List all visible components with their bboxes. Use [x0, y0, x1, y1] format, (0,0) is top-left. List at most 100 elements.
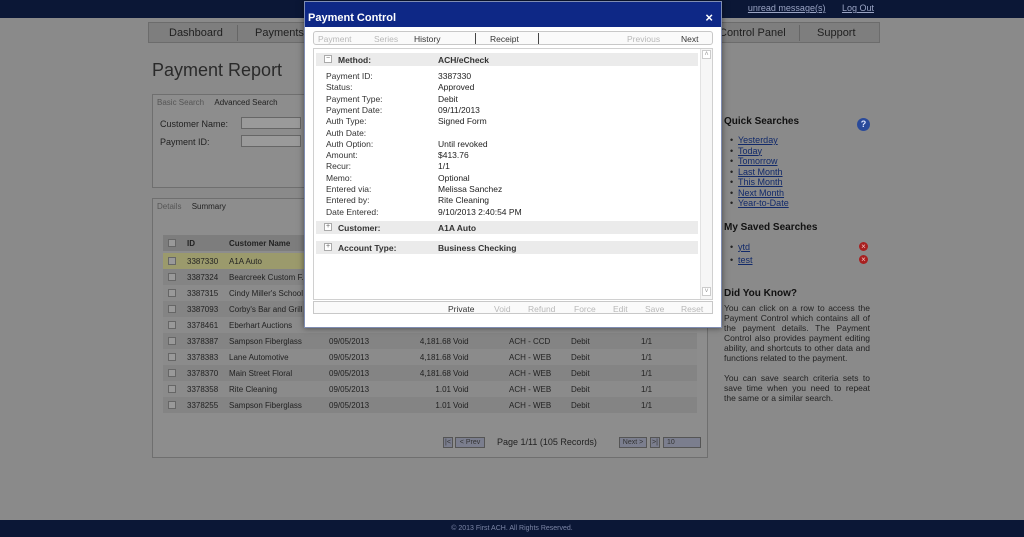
payment-control-dialog: Payment Control × Payment Series History…	[304, 1, 722, 328]
close-icon[interactable]: ×	[705, 10, 713, 25]
delete-icon[interactable]: ×	[859, 241, 868, 251]
expand-icon[interactable]: +	[324, 243, 332, 251]
dialog-scrollbar[interactable]: ˄ ˅	[700, 49, 712, 299]
row-checkbox[interactable]	[168, 257, 176, 265]
private-button[interactable]: Private	[448, 304, 474, 314]
saved-search-label: ytd	[738, 241, 751, 252]
quick-search-link[interactable]: Yesterday	[724, 135, 870, 146]
row-checkbox[interactable]	[168, 337, 176, 345]
detail-value: Until revoked	[438, 138, 488, 149]
cell-recur: 1/1	[641, 369, 653, 378]
tab-receipt[interactable]: Receipt	[490, 34, 519, 44]
expand-icon[interactable]: +	[324, 223, 332, 231]
row-checkbox[interactable]	[168, 353, 176, 361]
cell-recur: 1/1	[641, 337, 653, 346]
row-checkbox[interactable]	[168, 369, 176, 377]
column-id[interactable]: ID	[187, 239, 195, 248]
table-row[interactable]: 3378383 Lane Automotive 09/05/2013 4,181.68…	[163, 349, 697, 365]
saved-searches-title: My Saved Searches	[724, 221, 818, 233]
nav-dashboard[interactable]: Dashboard	[169, 27, 223, 39]
nav-support[interactable]: Support	[817, 27, 856, 39]
cell-method: Debit	[571, 385, 590, 394]
customer-name-input[interactable]	[241, 117, 301, 129]
column-customer-name[interactable]: Customer Name	[229, 239, 290, 248]
saved-search-link[interactable]: test ×	[724, 254, 870, 268]
method-section[interactable]: − Method: ACH/eCheck	[316, 53, 698, 66]
cell-type: ACH - WEB	[509, 401, 552, 410]
logout-link[interactable]: Log Out	[842, 3, 874, 13]
save-button[interactable]: Save	[645, 304, 664, 314]
row-checkbox[interactable]	[168, 401, 176, 409]
detail-value: 1/1	[438, 161, 450, 172]
previous-button[interactable]: Previous	[627, 34, 660, 44]
quick-searches-list: YesterdayTodayTomorrowLast MonthThis Mon…	[724, 135, 870, 209]
row-checkbox[interactable]	[168, 289, 176, 297]
table-row[interactable]: 3378387 Sampson Fiberglass 09/05/2013 4,181…	[163, 333, 697, 349]
nav-control-panel[interactable]: Control Panel	[719, 27, 786, 39]
payment-id-label: Payment ID:	[160, 137, 210, 147]
tab-basic-search[interactable]: Basic Search	[157, 98, 204, 107]
force-button[interactable]: Force	[574, 304, 596, 314]
scroll-down-icon[interactable]: ˅	[702, 287, 711, 296]
void-button[interactable]: Void	[494, 304, 511, 314]
table-row[interactable]: 3378255 Sampson Fiberglass 09/05/2013 1.01 V…	[163, 397, 697, 413]
quick-search-link[interactable]: Today	[724, 146, 870, 157]
cell-status: Void	[453, 337, 469, 346]
refund-button[interactable]: Refund	[528, 304, 555, 314]
scroll-up-icon[interactable]: ˄	[702, 50, 711, 59]
tab-summary[interactable]: Summary	[192, 202, 226, 211]
tab-details[interactable]: Details	[157, 202, 181, 211]
detail-label: Auth Option:	[326, 138, 374, 149]
unread-messages-link[interactable]: unread message(s)	[748, 3, 826, 13]
reset-button[interactable]: Reset	[681, 304, 703, 314]
cell-id: 3378387	[187, 337, 219, 346]
edit-button[interactable]: Edit	[613, 304, 628, 314]
row-checkbox[interactable]	[168, 305, 176, 313]
detail-row: Status: Approved	[326, 82, 686, 93]
quick-search-link[interactable]: Next Month	[724, 188, 870, 199]
detail-label: Amount:	[326, 150, 358, 161]
dialog-body: − Method: ACH/eCheck Payment ID: 3387330 S…	[313, 48, 713, 300]
collapse-icon[interactable]: −	[324, 55, 332, 63]
nav-payments[interactable]: Payments	[255, 27, 304, 39]
delete-icon[interactable]: ×	[859, 254, 868, 264]
cell-amount: 4,181.68	[419, 353, 451, 362]
account-type-value: Business Checking	[438, 243, 517, 253]
table-row[interactable]: 3378358 Rite Cleaning 09/05/2013 1.01 Void AC…	[163, 381, 697, 397]
detail-row: Auth Option: Until revoked	[326, 139, 686, 150]
next-button[interactable]: Next	[681, 34, 698, 44]
tab-series[interactable]: Series	[374, 34, 398, 44]
cell-recur: 1/1	[641, 385, 653, 394]
row-checkbox[interactable]	[168, 385, 176, 393]
first-page-button[interactable]: |<	[443, 437, 453, 448]
account-type-section[interactable]: + Account Type: Business Checking	[316, 241, 698, 254]
select-all-checkbox[interactable]	[168, 239, 176, 247]
tab-advanced-search[interactable]: Advanced Search	[214, 98, 277, 107]
nav-divider	[799, 25, 800, 41]
quick-search-link[interactable]: Last Month	[724, 167, 870, 178]
next-page-button[interactable]: Next >	[619, 437, 647, 448]
customer-section[interactable]: + Customer: A1A Auto	[316, 221, 698, 234]
saved-search-link[interactable]: ytd ×	[724, 241, 870, 255]
tab-history[interactable]: History	[414, 34, 440, 44]
table-row[interactable]: 3378370 Main Street Floral 09/05/2013 4,181…	[163, 365, 697, 381]
cell-date: 09/05/2013	[329, 385, 370, 394]
prev-page-button[interactable]: < Prev	[455, 437, 485, 448]
tab-payment[interactable]: Payment	[318, 34, 352, 44]
cell-id: 3378370	[187, 369, 219, 378]
cell-method: Debit	[571, 353, 590, 362]
payment-id-input[interactable]	[241, 135, 301, 147]
quick-search-link[interactable]: Tomorrow	[724, 156, 870, 167]
quick-search-link[interactable]: This Month	[724, 177, 870, 188]
per-page-select[interactable]: 10	[663, 437, 701, 448]
row-checkbox[interactable]	[168, 321, 176, 329]
detail-row: Auth Date:	[326, 128, 686, 139]
detail-value: Debit	[438, 93, 458, 104]
row-checkbox[interactable]	[168, 273, 176, 281]
detail-label: Entered via:	[326, 184, 372, 194]
tab-divider	[538, 33, 539, 44]
cell-amount: 4,181.68	[419, 369, 451, 378]
quick-search-link[interactable]: Year-to-Date	[724, 198, 870, 209]
last-page-button[interactable]: >|	[650, 437, 660, 448]
cell-amount: 1.01	[435, 401, 451, 410]
